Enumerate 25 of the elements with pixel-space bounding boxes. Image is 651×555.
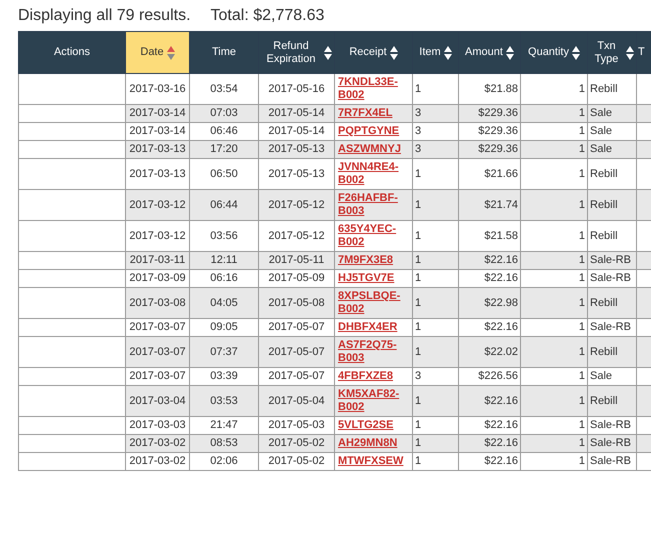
column-header[interactable]: T [636, 32, 651, 74]
table-cell: $22.16 [458, 452, 520, 470]
column-header[interactable]: Item [412, 32, 458, 74]
column-header[interactable]: Refund Expiration [258, 32, 334, 74]
sort-icon[interactable] [626, 46, 634, 60]
table-cell: 1 [520, 452, 588, 470]
sort-icon[interactable] [390, 46, 398, 60]
column-header[interactable]: Date [126, 32, 190, 74]
table-cell: 1 [412, 452, 458, 470]
sort-icon[interactable] [444, 46, 452, 60]
column-header[interactable]: Time [190, 32, 258, 74]
table-cell: 2017-03-02 [126, 452, 190, 470]
sort-icon[interactable] [324, 46, 332, 60]
column-header[interactable]: Amount [458, 32, 520, 74]
results-count: Displaying all 79 results. [18, 6, 191, 26]
sort-icon[interactable] [506, 46, 514, 60]
table-cell: Sale-RB [588, 452, 636, 470]
column-header[interactable]: Actions [18, 32, 126, 74]
column-header[interactable]: Quantity [520, 32, 588, 74]
table-cell: 02:06 [190, 452, 258, 470]
column-header[interactable]: Txn Type [588, 32, 636, 74]
total-amount: Total: $2,778.63 [210, 6, 324, 26]
sort-icon[interactable] [572, 46, 580, 60]
column-header[interactable]: Receipt [334, 32, 412, 74]
table-cell: 2017-05-02 [258, 452, 334, 470]
